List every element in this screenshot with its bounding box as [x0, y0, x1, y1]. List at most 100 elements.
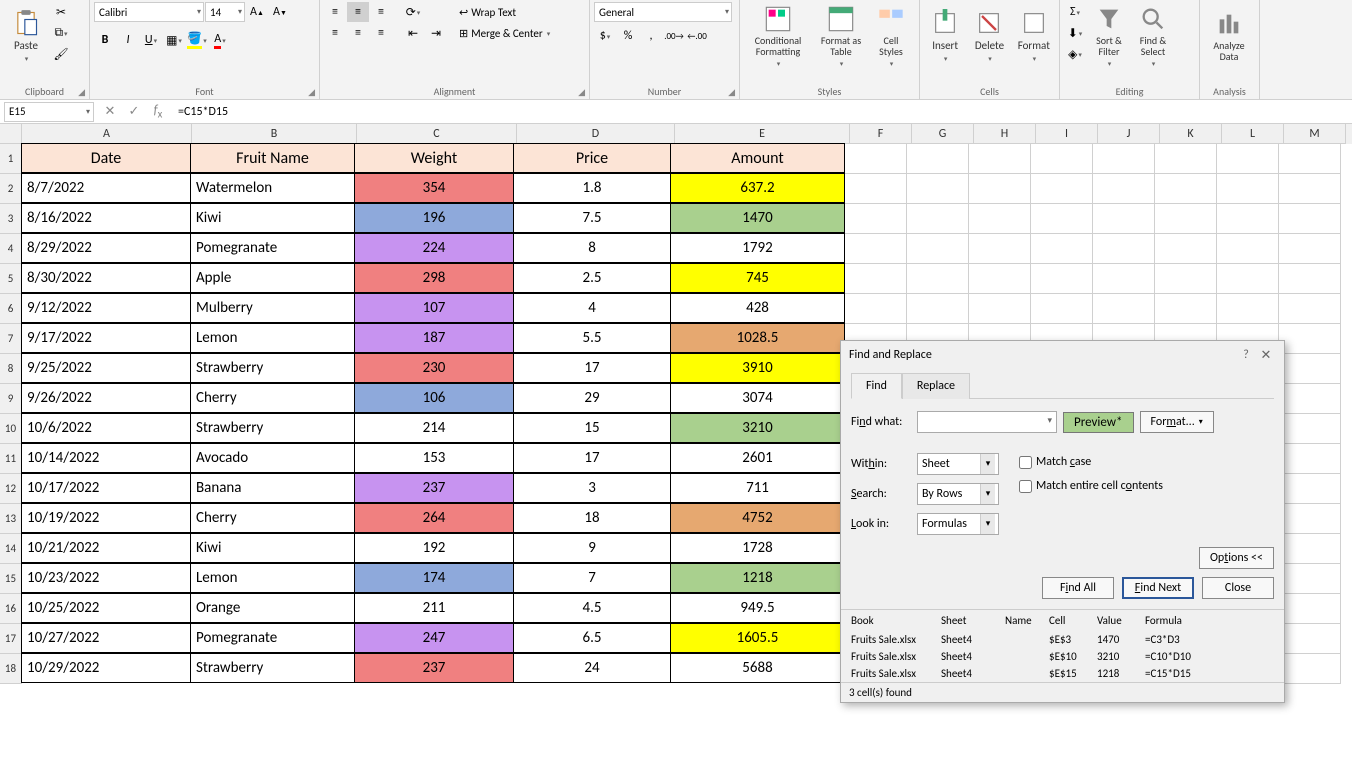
tab-replace[interactable]: Replace — [902, 373, 970, 399]
cell-G4[interactable] — [907, 234, 969, 264]
formula-input[interactable]: =C15*D15 — [170, 105, 1352, 119]
lookin-select[interactable]: Formulas — [917, 513, 999, 535]
merge-center-button[interactable]: ⊞Merge & Center▾ — [455, 23, 554, 43]
cell-E4[interactable]: 1792 — [670, 233, 845, 263]
row-header-11[interactable]: 11 — [0, 444, 22, 474]
cell-E9[interactable]: 3074 — [670, 383, 845, 413]
cell-M2[interactable] — [1279, 174, 1341, 204]
cell-C16[interactable]: 211 — [354, 593, 514, 623]
cell-M14[interactable] — [1279, 534, 1341, 564]
cell-L4[interactable] — [1217, 234, 1279, 264]
cell-E13[interactable]: 4752 — [670, 503, 845, 533]
cell-D4[interactable]: 8 — [513, 233, 671, 263]
fx-button[interactable]: fx — [146, 103, 170, 121]
row-header-17[interactable]: 17 — [0, 624, 22, 654]
accounting-format-button[interactable]: $▾ — [594, 26, 616, 46]
italic-button[interactable]: I — [117, 30, 139, 50]
cell-A18[interactable]: 10/29/2022 — [21, 653, 191, 683]
cell-H4[interactable] — [969, 234, 1031, 264]
cell-D8[interactable]: 17 — [513, 353, 671, 383]
align-right-button[interactable]: ≡ — [370, 23, 392, 43]
cell-D18[interactable]: 24 — [513, 653, 671, 683]
cell-B7[interactable]: Lemon — [190, 323, 355, 353]
comma-format-button[interactable]: , — [640, 26, 662, 46]
cell-M3[interactable] — [1279, 204, 1341, 234]
row-header-2[interactable]: 2 — [0, 174, 22, 204]
decrease-font-button[interactable]: A▼ — [269, 2, 291, 22]
cell-C15[interactable]: 174 — [354, 563, 514, 593]
cell-M13[interactable] — [1279, 504, 1341, 534]
align-left-button[interactable]: ≡ — [324, 23, 346, 43]
cell-M17[interactable] — [1279, 624, 1341, 654]
cell-C17[interactable]: 247 — [354, 623, 514, 653]
row-header-3[interactable]: 3 — [0, 204, 22, 234]
match-contents-checkbox[interactable] — [1019, 480, 1032, 493]
cell-A12[interactable]: 10/17/2022 — [21, 473, 191, 503]
col-header-H[interactable]: H — [974, 124, 1036, 144]
cell-J2[interactable] — [1093, 174, 1155, 204]
cell-M8[interactable] — [1279, 354, 1341, 384]
cell-A6[interactable]: 9/12/2022 — [21, 293, 191, 323]
number-launcher[interactable]: ◢ — [728, 87, 735, 98]
cell-C3[interactable]: 196 — [354, 203, 514, 233]
close-button[interactable]: Close — [1202, 577, 1274, 599]
cell-M7[interactable] — [1279, 324, 1341, 354]
cell-E17[interactable]: 1605.5 — [670, 623, 845, 653]
cell-A10[interactable]: 10/6/2022 — [21, 413, 191, 443]
cell-E3[interactable]: 1470 — [670, 203, 845, 233]
dialog-close-button[interactable]: ✕ — [1256, 348, 1276, 363]
find-next-button[interactable]: Find Next — [1122, 577, 1194, 599]
row-header-6[interactable]: 6 — [0, 294, 22, 324]
cell-B17[interactable]: Pomegranate — [190, 623, 355, 653]
clipboard-launcher[interactable]: ◢ — [78, 87, 85, 98]
cell-B12[interactable]: Banana — [190, 473, 355, 503]
cell-A17[interactable]: 10/27/2022 — [21, 623, 191, 653]
col-header-D[interactable]: D — [517, 124, 675, 144]
borders-button[interactable]: ▦▾ — [163, 30, 185, 50]
cell-C14[interactable]: 192 — [354, 533, 514, 563]
dialog-help-button[interactable]: ? — [1236, 348, 1256, 362]
bold-button[interactable]: B — [94, 30, 116, 50]
cell-M18[interactable] — [1279, 654, 1341, 684]
cell-D7[interactable]: 5.5 — [513, 323, 671, 353]
format-button[interactable]: Format... — [1140, 411, 1214, 433]
row-header-9[interactable]: 9 — [0, 384, 22, 414]
cell-G2[interactable] — [907, 174, 969, 204]
select-all-corner[interactable] — [0, 124, 22, 144]
result-row[interactable]: Fruits Sale.xlsxSheet4$E$103210=C10*D10 — [841, 648, 1284, 665]
cell-M10[interactable] — [1279, 414, 1341, 444]
cell-A1[interactable]: Date — [21, 143, 191, 173]
orientation-button[interactable]: ⟳▾ — [402, 2, 424, 22]
cell-B5[interactable]: Apple — [190, 263, 355, 293]
insert-button[interactable]: Insert▾ — [924, 2, 966, 70]
cell-E1[interactable]: Amount — [670, 143, 845, 173]
cell-D1[interactable]: Price — [513, 143, 671, 173]
cell-B15[interactable]: Lemon — [190, 563, 355, 593]
cell-I1[interactable] — [1031, 144, 1093, 174]
cell-E16[interactable]: 949.5 — [670, 593, 845, 623]
number-format-combo[interactable]: General — [594, 2, 732, 22]
cell-A9[interactable]: 9/26/2022 — [21, 383, 191, 413]
cell-D9[interactable]: 29 — [513, 383, 671, 413]
conditional-formatting-button[interactable]: Conditional Formatting▾ — [744, 2, 812, 70]
font-name-combo[interactable]: Calibri — [94, 2, 204, 22]
cell-B18[interactable]: Strawberry — [190, 653, 355, 683]
cell-A4[interactable]: 8/29/2022 — [21, 233, 191, 263]
font-color-button[interactable]: A▾ — [209, 30, 231, 50]
col-header-M[interactable]: M — [1284, 124, 1346, 144]
cell-M6[interactable] — [1279, 294, 1341, 324]
cell-M4[interactable] — [1279, 234, 1341, 264]
cell-J4[interactable] — [1093, 234, 1155, 264]
align-center-button[interactable]: ≡ — [347, 23, 369, 43]
name-box[interactable]: E15 — [4, 102, 94, 122]
cell-D17[interactable]: 6.5 — [513, 623, 671, 653]
cell-A15[interactable]: 10/23/2022 — [21, 563, 191, 593]
row-header-13[interactable]: 13 — [0, 504, 22, 534]
cell-E12[interactable]: 711 — [670, 473, 845, 503]
cell-C8[interactable]: 230 — [354, 353, 514, 383]
cell-G5[interactable] — [907, 264, 969, 294]
cell-E11[interactable]: 2601 — [670, 443, 845, 473]
cell-A11[interactable]: 10/14/2022 — [21, 443, 191, 473]
cell-B8[interactable]: Strawberry — [190, 353, 355, 383]
cell-M9[interactable] — [1279, 384, 1341, 414]
